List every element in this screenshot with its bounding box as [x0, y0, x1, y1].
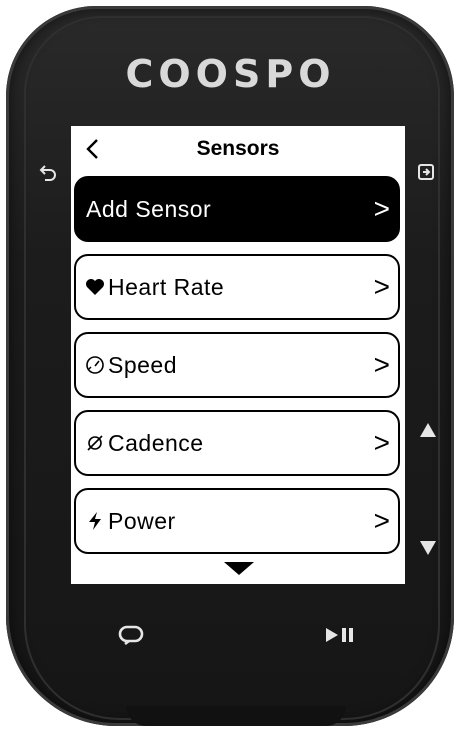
chevron-right-icon: > [373, 349, 390, 380]
menu-item-label: Power [108, 507, 176, 534]
menu-item-label: Cadence [108, 429, 204, 456]
lightning-icon [84, 511, 106, 531]
up-button-icon[interactable] [416, 418, 440, 442]
scroll-down-indicator-icon[interactable] [224, 562, 254, 575]
speedometer-icon [84, 355, 106, 375]
page-title: Sensors [196, 137, 280, 160]
chevron-right-icon: > [373, 193, 390, 224]
menu-item-speed[interactable]: Speed > [74, 332, 400, 398]
menu-item-label: Heart Rate [108, 273, 225, 300]
lap-loop-button-icon[interactable] [114, 622, 148, 648]
device-bottom-lip [126, 706, 346, 726]
back-button-icon[interactable] [36, 160, 60, 184]
screen-header: Sensors [71, 126, 405, 172]
menu-item-power[interactable]: Power > [74, 488, 400, 554]
menu-item-add-sensor[interactable]: Add Sensor > [74, 176, 400, 242]
menu-item-cadence[interactable]: Cadence > [74, 410, 400, 476]
chevron-right-icon: > [373, 505, 390, 536]
menu-item-label: Speed [108, 351, 178, 378]
device-screen: Sensors Add Sensor > Heart Rate > Speed … [71, 126, 405, 584]
chevron-right-icon: > [373, 271, 390, 302]
brand-logo: COOSPO [125, 52, 336, 96]
down-button-icon[interactable] [416, 536, 440, 560]
heart-icon [84, 278, 106, 296]
chevron-right-icon: > [373, 427, 390, 458]
menu-item-label: Add Sensor [86, 195, 212, 222]
cadence-icon [84, 433, 106, 453]
menu-item-heart-rate[interactable]: Heart Rate > [74, 254, 400, 320]
play-pause-button-icon[interactable] [320, 622, 360, 648]
enter-button-icon[interactable] [414, 160, 438, 184]
